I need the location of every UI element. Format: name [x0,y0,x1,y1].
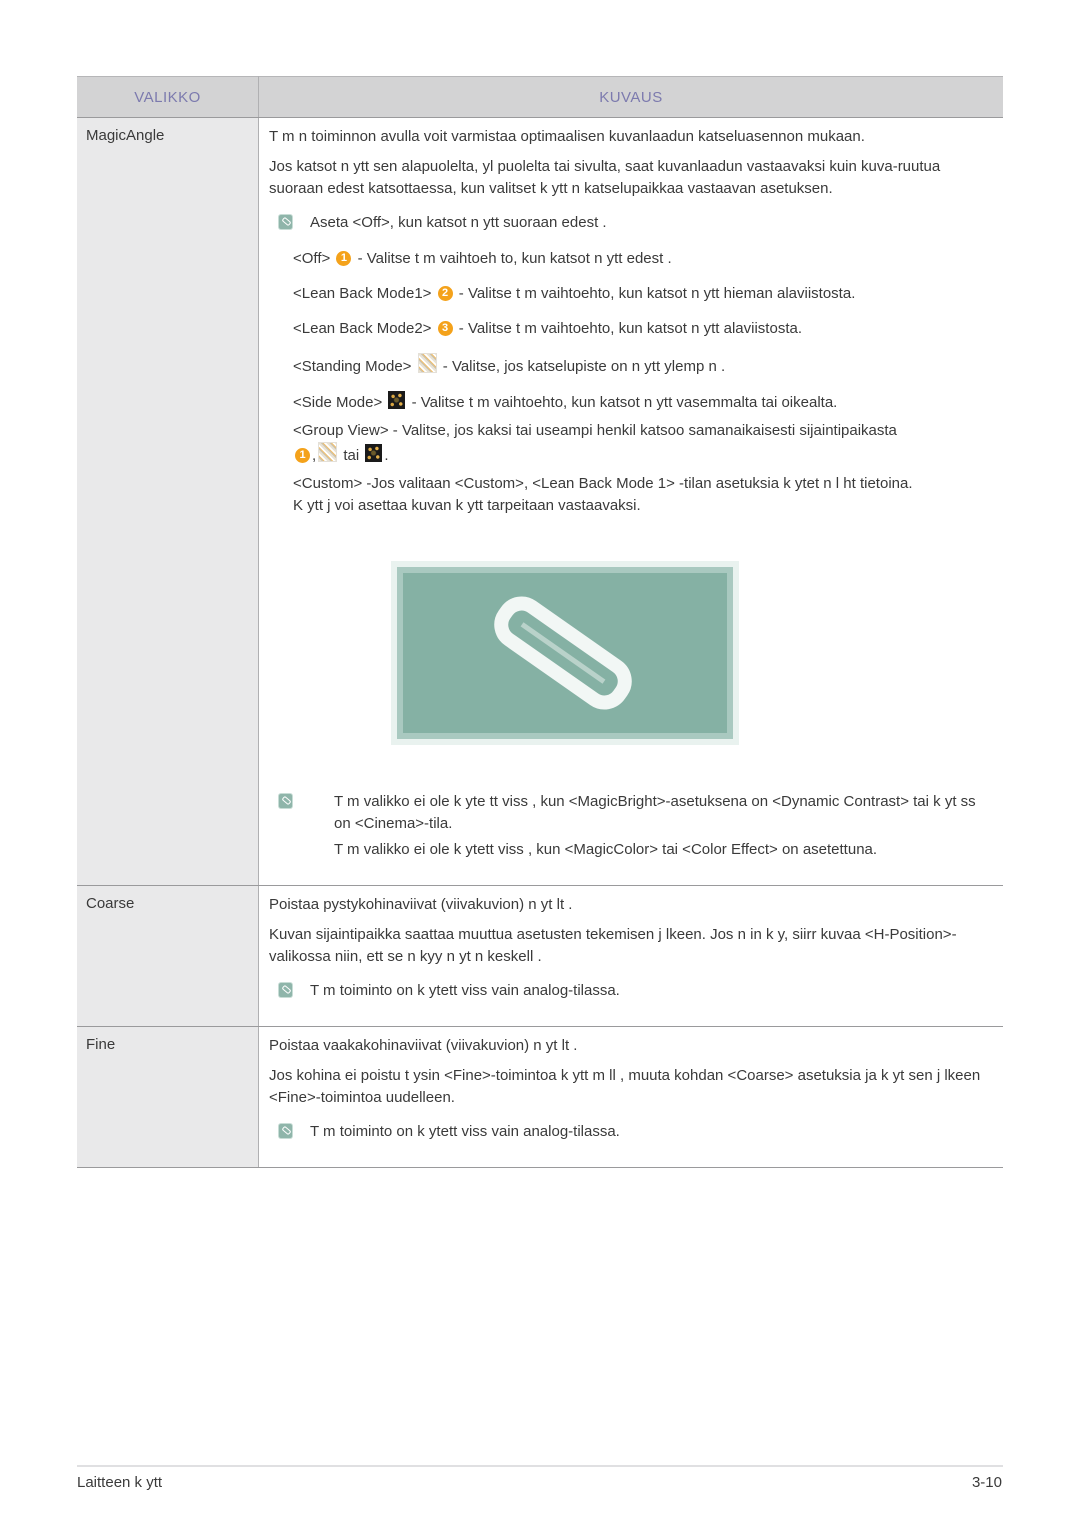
mode-text: - Valitse t m vaihtoeh to, kun katsot n … [357,250,672,267]
table-row-coarse: Coarse Poistaa pystykohinaviivat (viivak… [77,885,1003,1027]
note: T m valikko ei ole k ytett viss , kun <M… [279,839,983,861]
side-mode-icon [388,391,406,409]
footer-section-title: Laitteen k ytt [77,1474,163,1491]
menu-description-table: VALIKKO KUVAUS MagicAngle T m n toiminno… [77,76,1003,1168]
paragraph: Jos kohina ei poistu t ysin <Fine>-toimi… [269,1067,981,1106]
paragraph: Poistaa vaakakohinaviivat (viivakuvion) … [269,1037,578,1054]
mode-text: - Valitse t m vaihtoehto, kun katsot n y… [411,394,838,411]
description-cell: Poistaa vaakakohinaviivat (viivakuvion) … [258,1026,1003,1168]
badge-3-icon: 3 [437,321,453,336]
mode-text: - Valitse, jos katselupiste on n ytt yle… [442,358,726,375]
paragraph: T m n toiminnon avulla voit varmistaa op… [269,128,865,145]
separator: , [312,447,317,464]
mode-text: K ytt j voi asettaa kuvan k ytt tarpeita… [293,497,641,514]
paragraph: Kuvan sijaintipaikka saattaa muuttua ase… [269,926,957,965]
header-description: KUVAUS [258,76,1003,118]
mode-item-side: <Side Mode> - Valitse t m vaihtoehto, ku… [293,391,983,414]
mode-item-lean-back-1: <Lean Back Mode1> 2 - Valitse t m vaihto… [293,283,983,305]
mode-item-off: <Off> 1 - Valitse t m vaihtoeh to, kun k… [293,248,983,270]
paragraph: Poistaa pystykohinaviivat (viivakuvion) … [269,896,573,913]
menu-cell: MagicAngle [77,117,259,886]
paragraph: Jos katsot n ytt sen alapuolelta, yl puo… [269,158,941,197]
table-row-fine: Fine Poistaa vaakakohinaviivat (viivakuv… [77,1026,1003,1168]
badge-2-icon: 2 [437,286,453,301]
mode-item-group-view: <Group View> - Valitse, jos kaksi tai us… [293,420,983,467]
note-text: T m valikko ei ole k yte tt viss , kun <… [334,793,976,832]
note-illustration [299,535,983,775]
footer-divider [77,1465,1003,1467]
page-number: 3-10 [971,1474,1002,1491]
badge-1-icon: 1 [336,251,352,266]
note-icon [279,983,292,997]
mode-text: <Group View> - Valitse, jos kaksi tai us… [293,422,897,439]
note-text: T m toiminto on k ytett viss vain analog… [310,1123,620,1140]
description-cell: Poistaa pystykohinaviivat (viivakuvion) … [258,885,1003,1027]
mode-label: <Standing Mode> [293,358,412,375]
period: . [384,447,389,464]
note-icon [279,215,292,229]
mode-item-standing: <Standing Mode> - Valitse, jos katselupi… [293,353,983,378]
note-icon [279,1124,292,1138]
description-cell: T m n toiminnon avulla voit varmistaa op… [258,117,1003,886]
mode-item-lean-back-2: <Lean Back Mode2> 3 - Valitse t m vaihto… [293,318,983,340]
mode-label: <Side Mode> [293,394,383,411]
mode-label: <Lean Back Mode1> [293,285,432,302]
mode-text: - Valitse t m vaihtoehto, kun katsot n y… [458,320,802,337]
mode-label: <Off> [293,250,331,267]
large-note-icon [403,573,727,733]
note-text: Aseta <Off>, kun katsot n ytt suoraan ed… [310,214,607,231]
mode-item-custom: <Custom> -Jos valitaan <Custom>, <Lean B… [293,473,983,517]
note-text: T m toiminto on k ytett viss vain analog… [310,982,620,999]
note: T m toiminto on k ytett viss vain analog… [279,1121,983,1143]
mode-label: <Lean Back Mode2> [293,320,432,337]
table-row-magicangle: MagicAngle T m n toiminnon avulla voit v… [77,117,1003,886]
mode-text: <Custom> -Jos valitaan <Custom>, <Lean B… [293,475,913,492]
note: Aseta <Off>, kun katsot n ytt suoraan ed… [279,212,983,234]
note-icon [279,794,292,808]
badge-1-icon: 1 [295,448,310,463]
or-text: tai [343,447,360,464]
menu-cell: Coarse [77,885,259,1027]
mode-list: <Off> 1 - Valitse t m vaihtoeh to, kun k… [293,248,983,517]
note-text: T m valikko ei ole k ytett viss , kun <M… [334,841,878,858]
pencil-glyph [494,596,632,710]
note: T m valikko ei ole k yte tt viss , kun <… [279,791,983,835]
menu-cell: Fine [77,1026,259,1168]
standing-mode-icon [318,442,338,462]
note: T m toiminto on k ytett viss vain analog… [279,980,983,1002]
side-mode-icon [365,444,383,462]
standing-mode-icon [417,353,437,373]
table-header-row: VALIKKO KUVAUS [77,76,1003,118]
header-menu: VALIKKO [77,76,259,118]
mode-text: - Valitse t m vaihtoehto, kun katsot n y… [458,285,856,302]
